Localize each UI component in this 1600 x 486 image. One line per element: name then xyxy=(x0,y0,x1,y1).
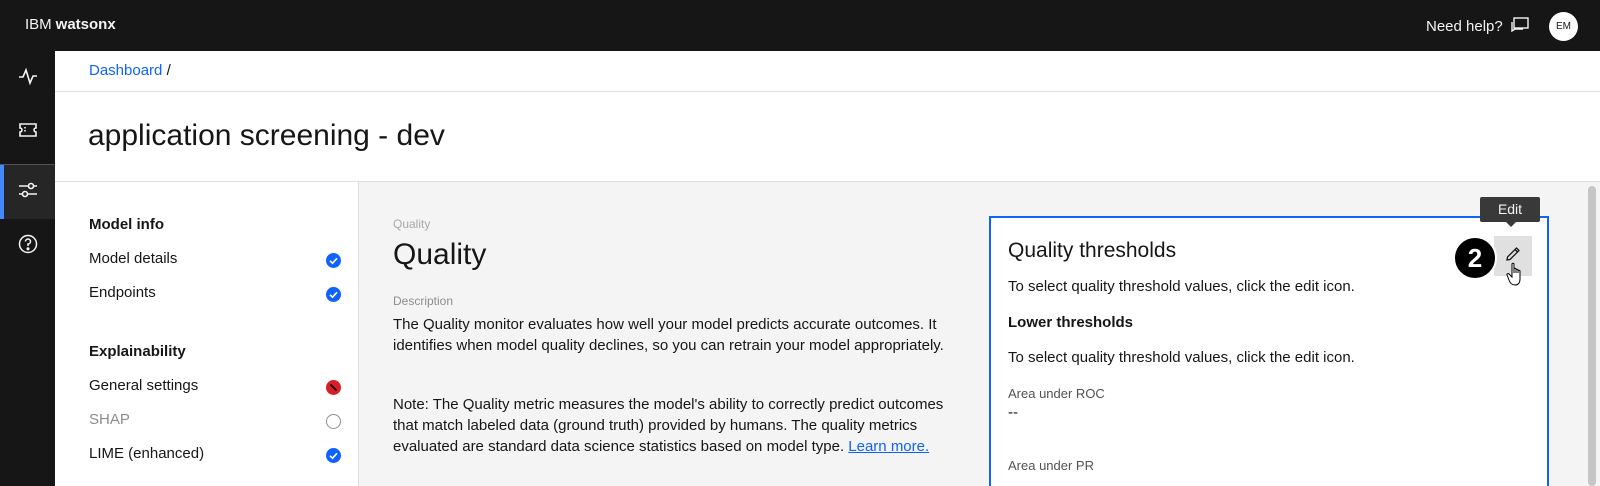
activity-icon xyxy=(17,65,39,92)
top-header: IBM watsonx Need help? EM xyxy=(0,0,1600,51)
brand-logo[interactable]: IBM watsonx xyxy=(25,16,116,33)
nav-item-endpoints[interactable]: Endpoints xyxy=(89,284,156,301)
page-title: application screening - dev xyxy=(88,119,445,152)
breadcrumb-dashboard-link[interactable]: Dashboard xyxy=(89,62,162,79)
brand-prefix: IBM xyxy=(25,16,52,33)
metric-label-pr: Area under PR xyxy=(1008,458,1094,473)
checkmark-icon xyxy=(326,448,341,463)
section-title: Quality xyxy=(393,238,487,271)
scrollbar-thumb[interactable] xyxy=(1588,186,1596,486)
nav-item-shap[interactable]: SHAP xyxy=(89,411,130,428)
settings-adjust-icon xyxy=(17,179,39,206)
step-number-badge: 2 xyxy=(1453,236,1497,280)
help-icon xyxy=(17,233,39,260)
nav-item-general-settings[interactable]: General settings xyxy=(89,377,198,394)
metric-label-roc: Area under ROC xyxy=(1008,386,1105,401)
need-help-link[interactable]: Need help? xyxy=(1426,18,1503,35)
learn-more-link[interactable]: Learn more. xyxy=(848,438,929,455)
rail-item-tickets[interactable] xyxy=(0,105,55,159)
rail-item-settings[interactable] xyxy=(0,165,55,219)
checkmark-icon xyxy=(326,287,341,302)
side-rail xyxy=(0,51,55,486)
nav-heading-explainability: Explainability xyxy=(89,343,186,360)
description-text: The Quality monitor evaluates how well y… xyxy=(393,316,944,354)
incomplete-icon xyxy=(326,414,341,429)
nav-heading-model-info: Model info xyxy=(89,216,164,233)
rail-item-activity[interactable] xyxy=(0,51,55,105)
card-instruction-lower: To select quality threshold values, clic… xyxy=(1008,349,1355,366)
chat-icon[interactable] xyxy=(1510,17,1530,35)
hand-cursor-icon xyxy=(1506,262,1526,288)
ticket-icon xyxy=(17,119,39,146)
section-overline: Quality xyxy=(393,217,431,231)
nav-item-lime[interactable]: LIME (enhanced) xyxy=(89,445,204,462)
tooltip-caret xyxy=(1505,221,1517,227)
note-text: Note: The Quality metric measures the mo… xyxy=(393,394,958,457)
nav-item-model-details[interactable]: Model details xyxy=(89,250,177,267)
brand-name: watsonx xyxy=(55,16,116,33)
metric-value-roc: -- xyxy=(1008,404,1018,421)
card-instruction: To select quality threshold values, clic… xyxy=(1008,278,1355,295)
breadcrumb: Dashboard / xyxy=(89,62,171,79)
user-avatar[interactable]: EM xyxy=(1549,12,1578,41)
edit-tooltip: Edit xyxy=(1480,197,1540,222)
error-icon xyxy=(326,380,341,395)
breadcrumb-separator: / xyxy=(166,62,171,79)
card-title: Quality thresholds xyxy=(1008,239,1177,262)
lower-thresholds-heading: Lower thresholds xyxy=(1008,314,1134,331)
checkmark-icon xyxy=(326,253,341,268)
divider xyxy=(55,91,1600,92)
rail-item-help[interactable] xyxy=(0,219,55,273)
description-label: Description xyxy=(393,294,454,308)
